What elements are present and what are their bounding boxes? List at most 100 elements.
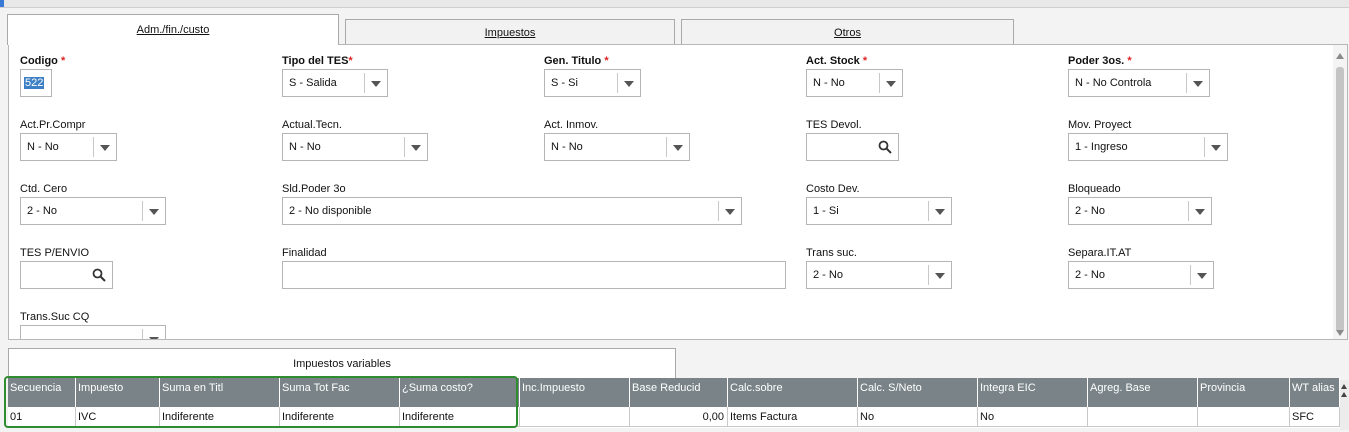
- column-header[interactable]: Impuesto: [76, 378, 160, 407]
- chevron-down-icon[interactable]: [928, 201, 951, 221]
- act-pr-compr-value: N - No: [27, 141, 59, 153]
- column-header[interactable]: ¿Suma costo?: [400, 378, 520, 407]
- column-header[interactable]: Provincia: [1198, 378, 1290, 407]
- column-header[interactable]: Calc.sobre: [728, 378, 858, 407]
- tab-otros[interactable]: Otros: [681, 19, 1014, 46]
- trans-suc-select[interactable]: 2 - No: [806, 261, 952, 289]
- scroll-down-icon[interactable]: [1336, 330, 1344, 336]
- separa-it-at-value: 2 - No: [1075, 269, 1105, 281]
- chevron-down-icon[interactable]: [364, 73, 387, 93]
- gen-titulo-label: Gen. Titulo *: [544, 55, 609, 67]
- table-cell[interactable]: No: [978, 407, 1088, 427]
- chevron-down-icon[interactable]: [1190, 265, 1213, 285]
- trans-suc-label: Trans suc.: [806, 247, 857, 259]
- act-inmov-label: Act. Inmov.: [544, 119, 599, 131]
- tab-label: Impuestos variables: [293, 358, 391, 370]
- column-header[interactable]: Integra EIC: [978, 378, 1088, 407]
- tes-p-envio-label: TES P/ENVIO: [20, 247, 90, 259]
- tab-label: Otros: [834, 27, 861, 39]
- scroll-up-icon[interactable]: [1341, 392, 1347, 397]
- finalidad-field[interactable]: [282, 261, 786, 289]
- column-header[interactable]: Base Reducid: [630, 378, 728, 407]
- codigo-value: 522: [24, 77, 45, 89]
- table-cell[interactable]: [1088, 407, 1198, 427]
- chevron-down-icon[interactable]: [93, 137, 116, 157]
- table-cell[interactable]: Indiferente: [160, 407, 280, 427]
- costo-dev-label: Costo Dev.: [806, 183, 860, 195]
- poder-3os-select[interactable]: N - No Controla: [1068, 69, 1210, 97]
- costo-dev-value: 1 - Si: [813, 205, 839, 217]
- tab-impuestos-variables[interactable]: Impuestos variables: [8, 348, 676, 378]
- bloqueado-select[interactable]: 2 - No: [1068, 197, 1212, 225]
- table-cell[interactable]: IVC: [76, 407, 160, 427]
- tab-adm-fin-custo[interactable]: Adm./fin./custo: [7, 14, 339, 45]
- column-header[interactable]: Secuencia: [8, 378, 76, 407]
- chevron-down-icon[interactable]: [666, 137, 689, 157]
- impuestos-variables-grid: Secuencia Impuesto Suma en Titl Suma Tot…: [8, 378, 1340, 428]
- column-header[interactable]: Suma Tot Fac: [280, 378, 400, 407]
- codigo-field[interactable]: 522: [20, 69, 52, 97]
- table-cell[interactable]: Items Factura: [728, 407, 858, 427]
- chevron-down-icon[interactable]: [142, 329, 165, 339]
- chevron-down-icon[interactable]: [1188, 201, 1211, 221]
- costo-dev-select[interactable]: 1 - Si: [806, 197, 952, 225]
- act-pr-compr-label: Act.Pr.Compr: [20, 119, 86, 131]
- chevron-down-icon[interactable]: [1186, 73, 1209, 93]
- act-stock-select[interactable]: N - No: [806, 69, 903, 97]
- table-cell[interactable]: No: [858, 407, 978, 427]
- chevron-down-icon[interactable]: [617, 73, 640, 93]
- table-cell[interactable]: 01: [8, 407, 76, 427]
- gen-titulo-select[interactable]: S - Si: [544, 69, 641, 97]
- ctd-cero-value: 2 - No: [27, 205, 57, 217]
- column-header[interactable]: Inc.Impuesto: [520, 378, 630, 407]
- column-header[interactable]: Agreg. Base: [1088, 378, 1198, 407]
- chevron-down-icon[interactable]: [142, 201, 165, 221]
- column-header[interactable]: WT alias: [1290, 378, 1340, 407]
- sld-poder-3o-select[interactable]: 2 - No disponible: [282, 197, 742, 225]
- chevron-down-icon[interactable]: [1204, 137, 1227, 157]
- table-cell[interactable]: Indiferente: [400, 407, 520, 427]
- bloqueado-value: 2 - No: [1075, 205, 1105, 217]
- chevron-down-icon[interactable]: [404, 137, 427, 157]
- grid-scrollbar[interactable]: [1340, 380, 1349, 430]
- separa-it-at-select[interactable]: 2 - No: [1068, 261, 1214, 289]
- table-cell[interactable]: 0,00: [630, 407, 728, 427]
- actual-tecn-select[interactable]: N - No: [282, 133, 428, 161]
- form-scrollbar[interactable]: [1333, 45, 1347, 339]
- tes-p-envio-field[interactable]: [20, 261, 113, 289]
- actual-tecn-value: N - No: [289, 141, 321, 153]
- act-pr-compr-select[interactable]: N - No: [20, 133, 117, 161]
- table-cell[interactable]: SFC: [1290, 407, 1340, 427]
- table-cell[interactable]: Indiferente: [280, 407, 400, 427]
- window-accent: [0, 0, 4, 7]
- poder-3os-label: Poder 3os. *: [1068, 55, 1132, 67]
- chevron-down-icon[interactable]: [879, 73, 902, 93]
- ctd-cero-select[interactable]: 2 - No: [20, 197, 166, 225]
- trans-suc-value: 2 - No: [813, 269, 843, 281]
- scrollbar-thumb[interactable]: [1336, 67, 1344, 332]
- mov-proyect-select[interactable]: 1 - Ingreso: [1068, 133, 1228, 161]
- chevron-down-icon[interactable]: [928, 265, 951, 285]
- column-header[interactable]: Suma en Titl: [160, 378, 280, 407]
- tipo-tes-select[interactable]: S - Salida: [282, 69, 388, 97]
- mov-proyect-label: Mov. Proyect: [1068, 119, 1132, 131]
- separa-it-at-label: Separa.IT.AT: [1068, 247, 1132, 259]
- act-inmov-select[interactable]: N - No: [544, 133, 690, 161]
- trans-suc-cq-label: Trans.Suc CQ: [20, 311, 90, 323]
- tipo-tes-value: S - Salida: [289, 77, 337, 89]
- search-icon[interactable]: [878, 140, 892, 154]
- trans-suc-cq-select[interactable]: [20, 325, 166, 339]
- column-header[interactable]: Calc. S/Neto: [858, 378, 978, 407]
- window-top-bar: [0, 0, 1349, 8]
- scroll-top-icon[interactable]: [1341, 384, 1347, 389]
- tes-devol-field[interactable]: [806, 133, 899, 161]
- chevron-down-icon[interactable]: [718, 201, 741, 221]
- act-inmov-value: N - No: [551, 141, 583, 153]
- table-cell[interactable]: [520, 407, 630, 427]
- tab-impuestos[interactable]: Impuestos: [345, 19, 675, 46]
- search-icon[interactable]: [92, 268, 106, 282]
- sld-poder-3o-label: Sld.Poder 3o: [282, 183, 346, 195]
- poder-3os-value: N - No Controla: [1075, 77, 1152, 89]
- table-cell[interactable]: [1198, 407, 1290, 427]
- scroll-up-icon[interactable]: [1336, 53, 1344, 59]
